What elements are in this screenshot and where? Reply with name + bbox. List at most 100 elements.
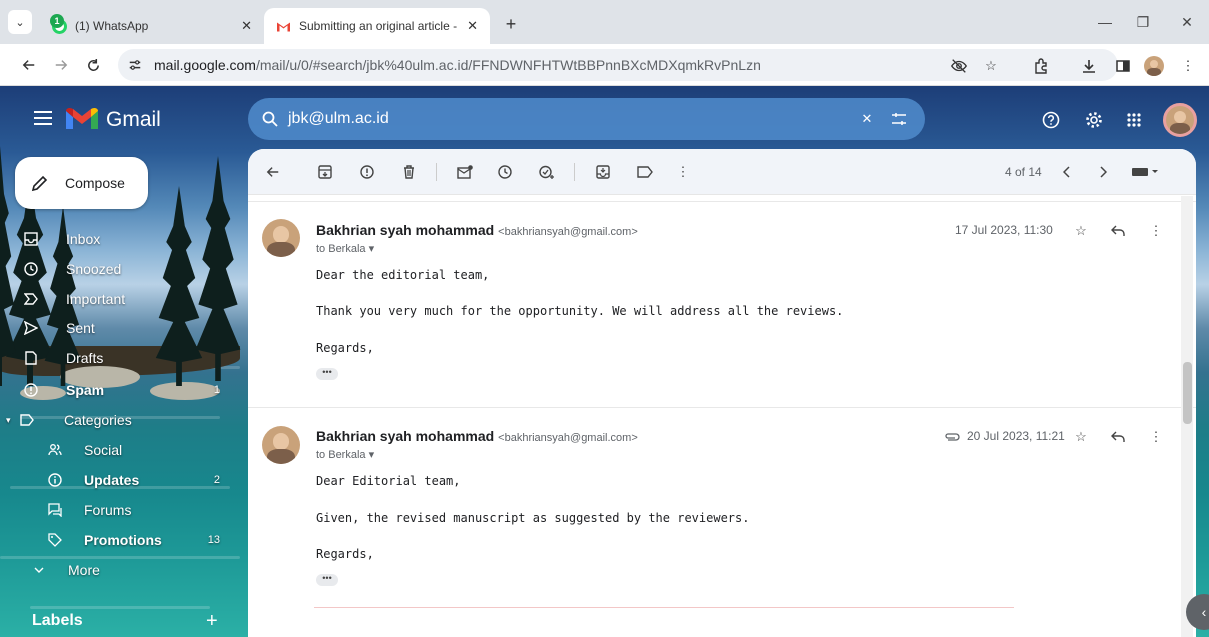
search-options-icon[interactable]: [887, 107, 911, 131]
sidebar-item-label: Social: [84, 442, 123, 458]
minimize-button[interactable]: —: [1093, 10, 1117, 34]
plus-icon: +: [206, 610, 218, 632]
site-settings-icon[interactable]: [124, 54, 146, 76]
tag-icon: [44, 533, 66, 547]
labels-button[interactable]: [634, 161, 656, 183]
help-icon[interactable]: [1039, 108, 1063, 132]
compose-button[interactable]: Compose: [15, 157, 148, 209]
archive-button[interactable]: [314, 161, 336, 183]
divider: [248, 201, 1196, 202]
sidebar-item-label: Forums: [84, 502, 132, 518]
clock-icon: [498, 165, 512, 179]
search-input[interactable]: jbk@ulm.ac.id: [288, 110, 855, 128]
sender-avatar[interactable]: [262, 219, 300, 257]
main-menu-icon[interactable]: [34, 111, 52, 125]
sidebar-item-label: Important: [66, 291, 126, 307]
sidebar-item-label: Promotions: [84, 532, 162, 548]
side-panel-icon[interactable]: [1113, 56, 1133, 76]
sidebar-item-important[interactable]: Important: [20, 285, 230, 313]
sidebar-item-sent[interactable]: Sent: [20, 314, 230, 342]
reply-icon[interactable]: [1108, 221, 1128, 241]
sidebar-item-forums[interactable]: Forums: [44, 496, 230, 524]
scrollbar-thumb[interactable]: [1183, 362, 1192, 424]
clear-search-icon[interactable]: ✕: [855, 107, 879, 131]
close-window-button[interactable]: ✕: [1175, 10, 1199, 34]
keyboard-icon: [1132, 168, 1158, 176]
sidebar-item-drafts[interactable]: Drafts: [20, 344, 230, 372]
mark-unread-button[interactable]: [454, 161, 476, 183]
gmail-brand[interactable]: Gmail: [106, 108, 161, 132]
eye-off-icon[interactable]: [949, 56, 969, 76]
sidebar-item-more[interactable]: More: [28, 556, 230, 584]
recipient-dropdown[interactable]: to Berkala ▾: [316, 448, 374, 461]
profile-avatar[interactable]: [1144, 56, 1164, 76]
snooze-button[interactable]: [494, 161, 516, 183]
sender-name[interactable]: Bakhrian syah mohammad <bakhriansyah@gmai…: [316, 428, 638, 444]
close-icon[interactable]: ✕: [467, 18, 478, 34]
close-icon[interactable]: ✕: [241, 18, 252, 34]
new-tab-button[interactable]: +: [500, 13, 522, 35]
move-to-button[interactable]: [592, 161, 614, 183]
tab-search-button[interactable]: ⌄: [8, 10, 32, 34]
star-icon[interactable]: ☆: [981, 56, 1001, 76]
message-toolbar: ⋮ 4 of 14: [248, 149, 1196, 195]
chevron-down-icon: ⌄: [15, 16, 25, 29]
back-to-search-button[interactable]: [262, 161, 284, 183]
apps-grid-icon[interactable]: [1122, 108, 1146, 132]
people-icon: [44, 443, 66, 457]
sidebar-item-label: Spam: [66, 382, 105, 398]
sidebar-item-promotions[interactable]: Promotions 13: [44, 526, 230, 554]
sidebar-item-updates[interactable]: Updates 2: [44, 466, 230, 494]
report-spam-button[interactable]: [356, 161, 378, 183]
add-label-button[interactable]: +: [206, 610, 218, 633]
delete-button[interactable]: [398, 161, 420, 183]
body-line: Thank you very much for the opportunity.…: [316, 304, 844, 318]
download-icon[interactable]: [1079, 56, 1099, 76]
sidebar-item-label: Sent: [66, 320, 95, 336]
reply-icon[interactable]: [1108, 427, 1128, 447]
sidebar-item-categories[interactable]: ▾ Categories: [6, 406, 216, 434]
divider: [314, 607, 1014, 608]
older-button[interactable]: [1092, 161, 1114, 183]
search-bar[interactable]: jbk@ulm.ac.id ✕: [248, 98, 925, 140]
arrow-left-icon: [266, 167, 279, 177]
reload-button[interactable]: [82, 54, 104, 76]
forum-icon: [44, 503, 66, 517]
kebab-menu-icon[interactable]: ⋮: [1146, 221, 1166, 241]
forward-button[interactable]: [50, 54, 72, 76]
arrow-left-icon: [22, 60, 35, 70]
sender-name[interactable]: Bakhrian syah mohammad <bakhriansyah@gmai…: [316, 222, 638, 238]
newer-button[interactable]: [1056, 161, 1078, 183]
sender-avatar[interactable]: [262, 426, 300, 464]
sidebar-item-snoozed[interactable]: Snoozed: [20, 255, 230, 283]
account-avatar[interactable]: [1163, 103, 1197, 137]
star-icon[interactable]: ☆: [1071, 427, 1091, 447]
search-icon[interactable]: [258, 107, 282, 131]
caret-down-icon: ▾: [368, 449, 375, 461]
sidebar-item-inbox[interactable]: Inbox: [20, 225, 230, 253]
sidebar-item-spam[interactable]: Spam 1: [20, 376, 230, 404]
back-button[interactable]: [18, 54, 40, 76]
add-to-tasks-button[interactable]: [536, 161, 558, 183]
toolbar-divider: [574, 163, 575, 181]
sidebar-item-social[interactable]: Social: [44, 436, 230, 464]
star-icon[interactable]: ☆: [1071, 221, 1091, 241]
url-text: mail.google.com/mail/u/0/#search/jbk%40u…: [154, 57, 761, 73]
more-options-button[interactable]: ⋮: [672, 161, 694, 183]
restore-button[interactable]: ❐: [1131, 10, 1155, 34]
kebab-menu-icon[interactable]: ⋮: [1178, 56, 1198, 76]
input-tools-button[interactable]: [1128, 161, 1162, 183]
gmail-logo-icon[interactable]: [66, 107, 98, 131]
extensions-icon[interactable]: [1031, 56, 1051, 76]
settings-gear-icon[interactable]: [1082, 108, 1106, 132]
show-trimmed-content-button[interactable]: •••: [316, 368, 338, 380]
recipient-dropdown[interactable]: to Berkala ▾: [316, 242, 374, 255]
reload-icon: [87, 58, 99, 71]
tab-gmail[interactable]: Submitting an original article - | ✕: [264, 8, 490, 44]
show-trimmed-content-button[interactable]: •••: [316, 574, 338, 586]
important-icon: [20, 293, 42, 305]
kebab-menu-icon[interactable]: ⋮: [1146, 427, 1166, 447]
sidebar-item-label: Inbox: [66, 231, 101, 247]
attachment-icon: [942, 427, 962, 447]
tab-whatsapp[interactable]: (1) WhatsApp ✕: [40, 8, 264, 44]
